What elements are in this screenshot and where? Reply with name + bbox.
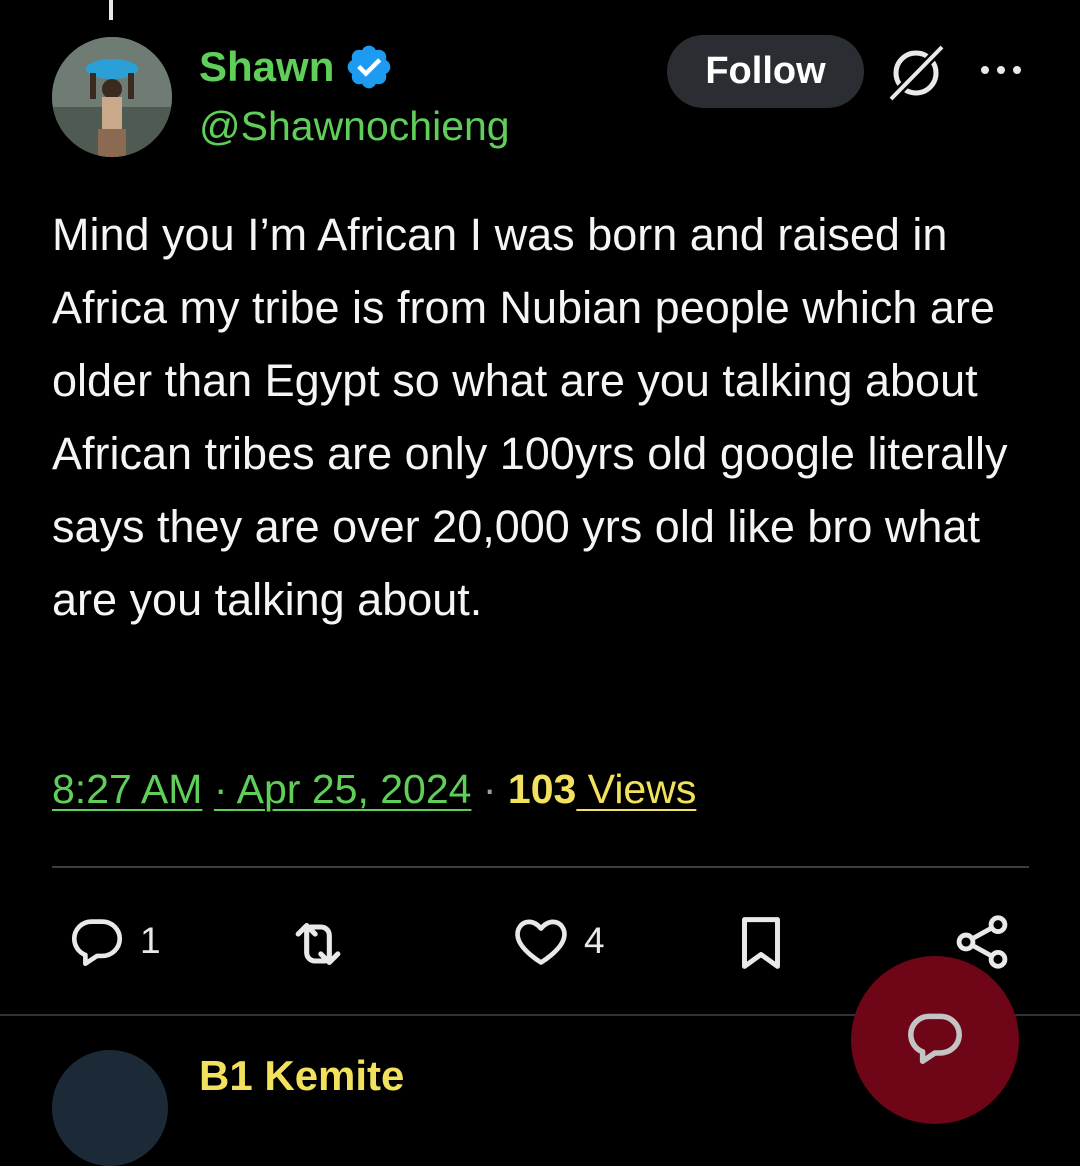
reply-icon — [71, 919, 123, 967]
next-reply-avatar[interactable] — [52, 1050, 168, 1166]
repost-button[interactable] — [284, 910, 352, 978]
display-name[interactable]: Shawn — [199, 43, 334, 91]
compose-reply-icon — [908, 1013, 962, 1064]
tweet-meta-separator-2: · — [483, 766, 508, 812]
grok-icon[interactable] — [885, 42, 947, 104]
more-icon[interactable] — [977, 60, 1025, 80]
tweet-text: Mind you I’m African I was born and rais… — [52, 209, 1008, 625]
tweet-time[interactable]: 8:27 AM — [52, 766, 202, 812]
views-label[interactable]: Views — [576, 766, 697, 812]
like-button[interactable]: 4 — [510, 910, 605, 972]
reply-button[interactable]: 1 — [66, 910, 161, 972]
like-count: 4 — [584, 920, 605, 961]
views-count[interactable]: 103 — [508, 766, 576, 812]
verified-badge-icon[interactable] — [344, 42, 394, 92]
bookmark-icon — [742, 917, 780, 969]
compose-reply-button[interactable] — [851, 956, 1019, 1124]
next-reply-name[interactable]: B1 Kemite — [199, 1052, 404, 1100]
avatar-image — [52, 37, 172, 157]
follow-button[interactable]: Follow — [667, 35, 864, 108]
separator-dot: · — [213, 766, 228, 812]
separator-dot-2: · — [482, 766, 497, 812]
display-name-row: Shawn — [199, 42, 394, 92]
tweet-meta: 8:27 AM · Apr 25, 2024 · 103 Views — [52, 760, 696, 818]
thread-line — [109, 0, 113, 20]
bookmark-button[interactable] — [728, 910, 794, 976]
repost-icon — [295, 923, 341, 965]
tweet-meta-separator-1: · — [214, 766, 237, 812]
heart-icon — [515, 919, 567, 965]
reply-count: 1 — [140, 920, 161, 961]
divider — [52, 866, 1029, 868]
author-avatar[interactable] — [52, 37, 172, 157]
author-handle[interactable]: @Shawnochieng — [199, 102, 510, 150]
tweet-date[interactable]: Apr 25, 2024 — [237, 766, 472, 812]
